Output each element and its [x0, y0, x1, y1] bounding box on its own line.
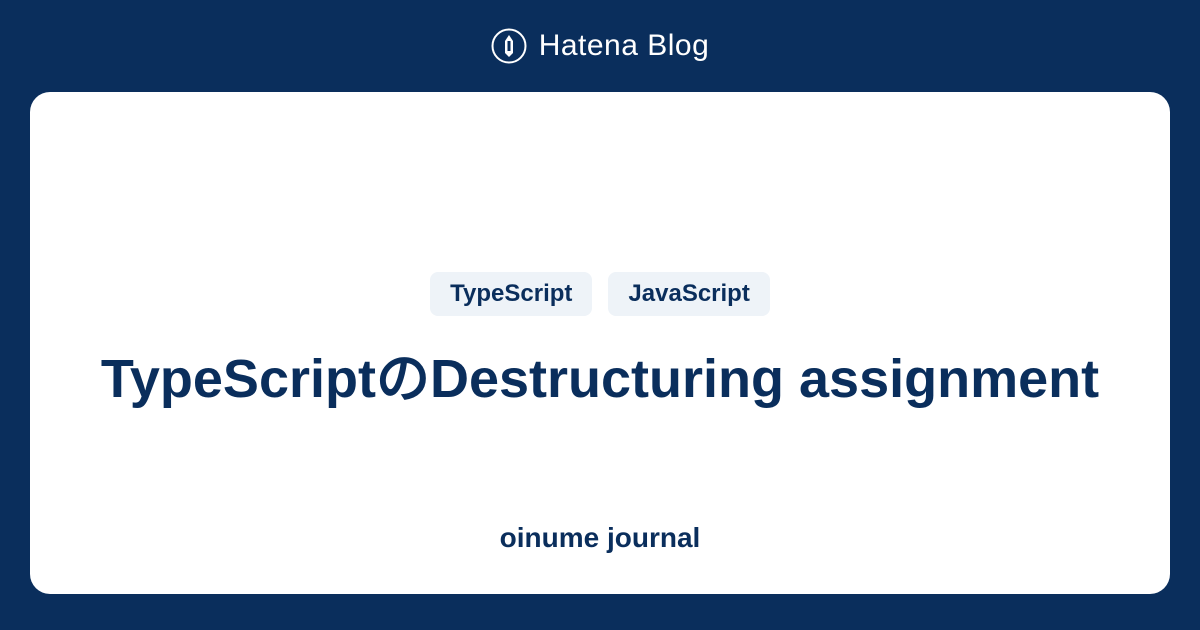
tag[interactable]: TypeScript	[430, 272, 592, 316]
tag-list: TypeScript JavaScript	[430, 272, 770, 316]
article-title: TypeScriptのDestructuring assignment	[101, 344, 1099, 414]
article-card: TypeScript JavaScript TypeScriptのDestruc…	[30, 92, 1170, 594]
hatena-pen-icon	[491, 28, 527, 64]
journal-name: oinume journal	[500, 522, 701, 554]
brand-header: Hatena Blog	[491, 0, 710, 92]
brand-name: Hatena Blog	[539, 29, 710, 63]
tag[interactable]: JavaScript	[608, 272, 769, 316]
